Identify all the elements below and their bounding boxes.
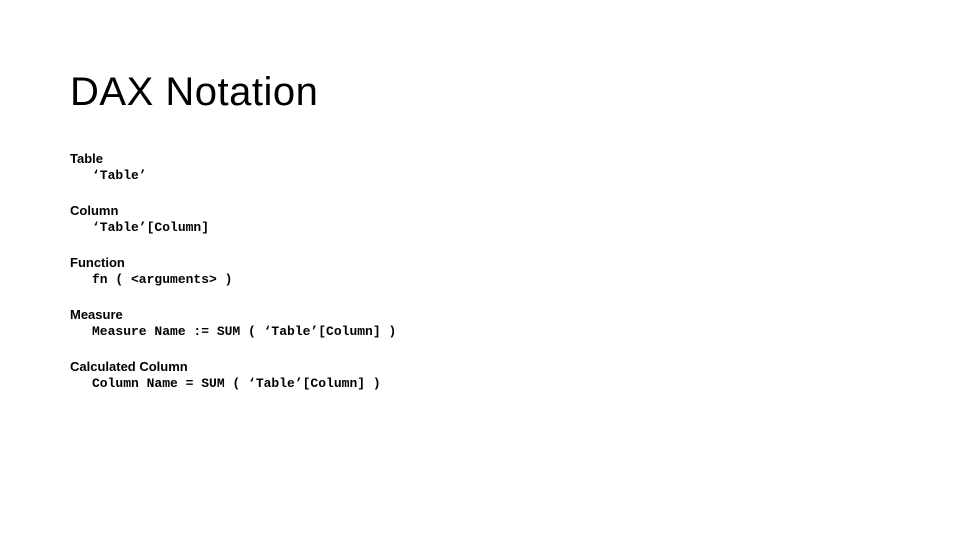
section-code: ‘Table’[Column] [70,220,960,235]
section-code: Column Name = SUM ( ‘Table’[Column] ) [70,376,960,391]
slide-title: DAX Notation [70,70,960,115]
section-calculated-column: Calculated Column Column Name = SUM ( ‘T… [70,359,960,391]
section-label: Measure [70,307,960,322]
slide: DAX Notation Table ‘Table’ Column ‘Table… [0,0,960,540]
section-label: Calculated Column [70,359,960,374]
section-table: Table ‘Table’ [70,151,960,183]
section-measure: Measure Measure Name := SUM ( ‘Table’[Co… [70,307,960,339]
section-code: fn ( <arguments> ) [70,272,960,287]
section-code: ‘Table’ [70,168,960,183]
section-column: Column ‘Table’[Column] [70,203,960,235]
section-label: Column [70,203,960,218]
section-label: Table [70,151,960,166]
section-label: Function [70,255,960,270]
section-function: Function fn ( <arguments> ) [70,255,960,287]
section-code: Measure Name := SUM ( ‘Table’[Column] ) [70,324,960,339]
